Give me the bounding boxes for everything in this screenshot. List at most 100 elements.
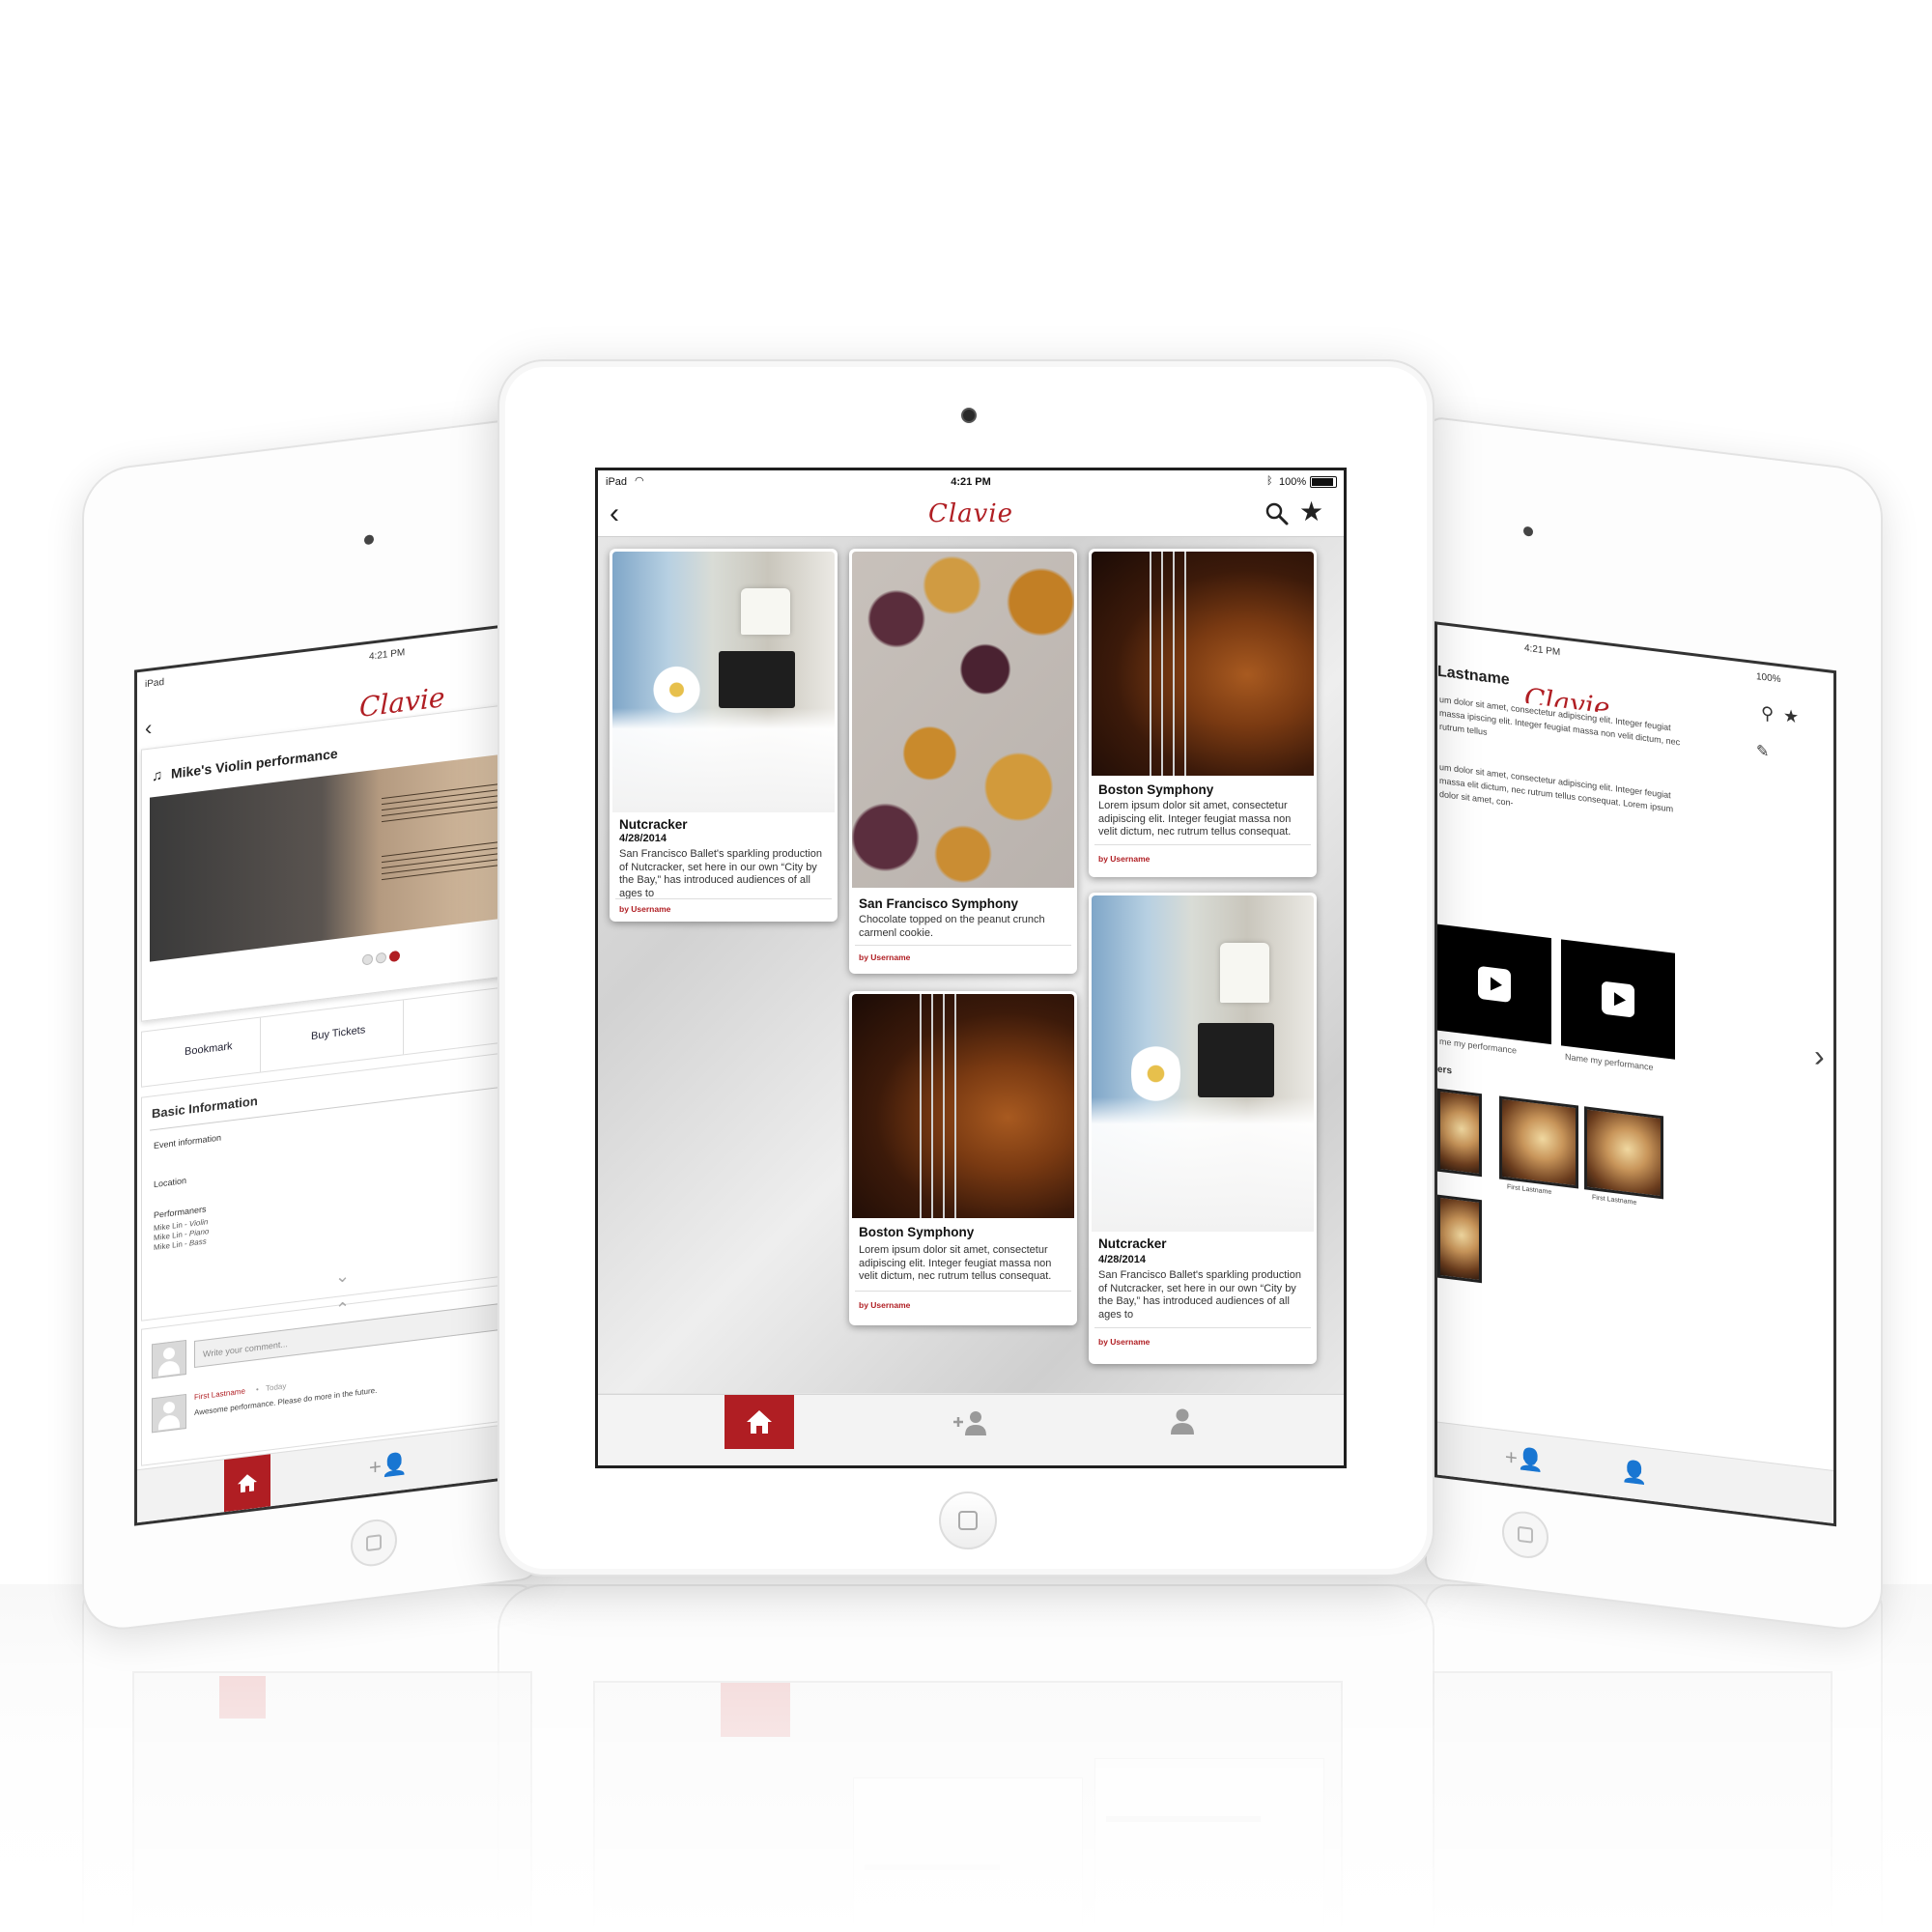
status-bar: iPad ◠ 4:21 PM ᛒ 100% — [598, 470, 1344, 494]
add-friend-icon[interactable] — [952, 1408, 990, 1437]
home-icon — [747, 1410, 772, 1434]
music-note-icon: ♫ — [152, 766, 163, 785]
bluetooth-icon: ᛒ — [1266, 475, 1273, 487]
play-icon — [1602, 980, 1634, 1018]
left-ipad: iPad 4:21 PM Clavie ‹ ♫ Mike's Violin pe… — [82, 415, 540, 1635]
event-image — [150, 750, 532, 962]
card-description: Chocolate topped on the peanut crunch ca… — [859, 914, 1045, 939]
tab-bar — [598, 1394, 1344, 1465]
feed-card[interactable]: San Francisco Symphony Chocolate topped … — [849, 549, 1077, 974]
add-friend-icon[interactable]: +👤 — [369, 1451, 408, 1481]
comment-separator: • — [256, 1384, 259, 1395]
comment-time: Today — [266, 1381, 287, 1393]
home-icon — [238, 1474, 257, 1493]
search-icon[interactable] — [1264, 501, 1290, 526]
card-image — [1092, 552, 1314, 776]
feed-card[interactable]: Nutcracker 4/28/2014 San Francisco Balle… — [610, 549, 838, 922]
search-icon[interactable]: ⚲ — [1761, 703, 1774, 725]
profile-bio: um dolor sit amet, consectetur adipiscin… — [1439, 692, 1700, 918]
card-title: Boston Symphony — [859, 1225, 975, 1239]
location-label: Location — [154, 1175, 187, 1190]
card-author[interactable]: by Username — [859, 1300, 910, 1310]
profile-icon[interactable]: 👤 — [1621, 1459, 1647, 1487]
performer-photo[interactable] — [1584, 1106, 1663, 1200]
camera — [961, 408, 977, 423]
status-time: 4:21 PM — [951, 476, 991, 488]
battery-icon — [1310, 476, 1337, 488]
chevron-up-icon[interactable]: ⌃ — [335, 1298, 350, 1321]
back-chevron-icon[interactable]: ‹ — [145, 715, 152, 741]
avatar — [152, 1339, 186, 1379]
video-thumbnail[interactable] — [1437, 923, 1551, 1045]
card-image — [1092, 895, 1314, 1232]
video-thumbnail[interactable] — [1561, 939, 1675, 1060]
device-reflection — [0, 1584, 1932, 1932]
performer-name: First Lastname — [1592, 1194, 1637, 1207]
chevron-down-icon[interactable]: ⌄ — [335, 1265, 350, 1288]
star-icon[interactable]: ★ — [1299, 497, 1323, 526]
card-description: Lorem ipsum dolor sit amet, consectetur … — [1098, 800, 1292, 838]
feed-card[interactable]: Boston Symphony Lorem ipsum dolor sit am… — [849, 991, 1077, 1325]
home-button[interactable] — [351, 1517, 397, 1570]
avatar — [152, 1393, 186, 1434]
card-description: San Francisco Ballet's sparkling product… — [1098, 1269, 1301, 1321]
status-time: 4:21 PM — [1524, 642, 1561, 659]
battery-percent: 100% — [1279, 476, 1307, 488]
performer-name: First Lastname — [1507, 1183, 1552, 1197]
card-title: Nutcracker — [619, 817, 688, 832]
feed-card[interactable]: Nutcracker 4/28/2014 San Francisco Balle… — [1089, 893, 1317, 1364]
navigation-bar: ‹ Clavie ★ — [598, 494, 1344, 537]
status-carrier: iPad — [145, 676, 165, 691]
home-button[interactable] — [1502, 1508, 1548, 1561]
card-author[interactable]: by Username — [1098, 1337, 1150, 1347]
card-description: San Francisco Ballet's sparkling product… — [619, 848, 822, 899]
app-logo: Clavie — [927, 499, 1014, 528]
performer-photo[interactable] — [1499, 1095, 1578, 1189]
edit-pencil-icon[interactable]: ✎ — [1756, 741, 1769, 762]
star-icon[interactable]: ★ — [1783, 706, 1799, 728]
bookmark-button[interactable]: Bookmark — [185, 1040, 233, 1058]
profile-icon[interactable] — [1168, 1406, 1197, 1435]
card-date: 4/28/2014 — [1098, 1254, 1146, 1265]
center-ipad: iPad ◠ 4:21 PM ᛒ 100% ‹ Clavie ★ Nutcrac… — [497, 359, 1435, 1577]
card-author[interactable]: by Username — [1098, 854, 1150, 864]
reflection-fade — [0, 1584, 1932, 1932]
app-screen: iPad ◠ 4:21 PM ᛒ 100% ‹ Clavie ★ Nutcrac… — [595, 468, 1347, 1468]
right-screen: 4:21 PM 100% Clavie ⚲ ★ Lastname um dolo… — [1435, 621, 1836, 1527]
basic-information-panel: Basic Information Event information Loca… — [141, 1049, 531, 1321]
event-information-label: Event information — [154, 1132, 222, 1151]
performer-photo[interactable] — [1437, 1088, 1482, 1178]
card-image — [852, 552, 1074, 888]
performers-heading: ers — [1437, 1064, 1453, 1077]
profile-name: Lastname — [1437, 663, 1510, 689]
camera — [364, 534, 374, 546]
add-friend-icon[interactable]: +👤 — [1505, 1444, 1544, 1474]
home-button[interactable] — [939, 1492, 997, 1549]
card-date: 4/28/2014 — [619, 833, 667, 844]
carousel-dots[interactable] — [362, 948, 403, 970]
card-author[interactable]: by Username — [859, 952, 910, 962]
buy-tickets-button[interactable]: Buy Tickets — [311, 1024, 365, 1042]
tab-bar: +👤 👤 — [1437, 1421, 1833, 1523]
status-time: 4:21 PM — [369, 647, 406, 663]
card-description: Lorem ipsum dolor sit amet, consectetur … — [859, 1244, 1052, 1282]
chevron-right-icon[interactable]: › — [1814, 1037, 1825, 1074]
card-title: Nutcracker — [1098, 1236, 1167, 1251]
card-author[interactable]: by Username — [619, 904, 670, 914]
performer-photo[interactable] — [1437, 1194, 1482, 1284]
bio-paragraph: um dolor sit amet, consectetur adipiscin… — [1439, 761, 1674, 814]
basic-information-heading: Basic Information — [152, 1093, 258, 1122]
play-icon — [1478, 965, 1511, 1003]
camera — [1523, 526, 1533, 537]
home-tab[interactable] — [224, 1454, 270, 1513]
event-title: Mike's Violin performance — [171, 745, 338, 781]
card-image — [852, 994, 1074, 1218]
comment-author[interactable]: First Lastname — [194, 1386, 245, 1401]
comment-input[interactable]: Write your comment... — [194, 1300, 523, 1368]
feed-grid: Nutcracker 4/28/2014 San Francisco Balle… — [598, 537, 1344, 1393]
event-card: ♫ Mike's Violin performance — [141, 701, 532, 1022]
feed-card[interactable]: Boston Symphony Lorem ipsum dolor sit am… — [1089, 549, 1317, 877]
home-tab[interactable] — [724, 1395, 794, 1449]
card-title: Boston Symphony — [1098, 782, 1214, 797]
video-caption: me my performance — [1439, 1036, 1518, 1056]
